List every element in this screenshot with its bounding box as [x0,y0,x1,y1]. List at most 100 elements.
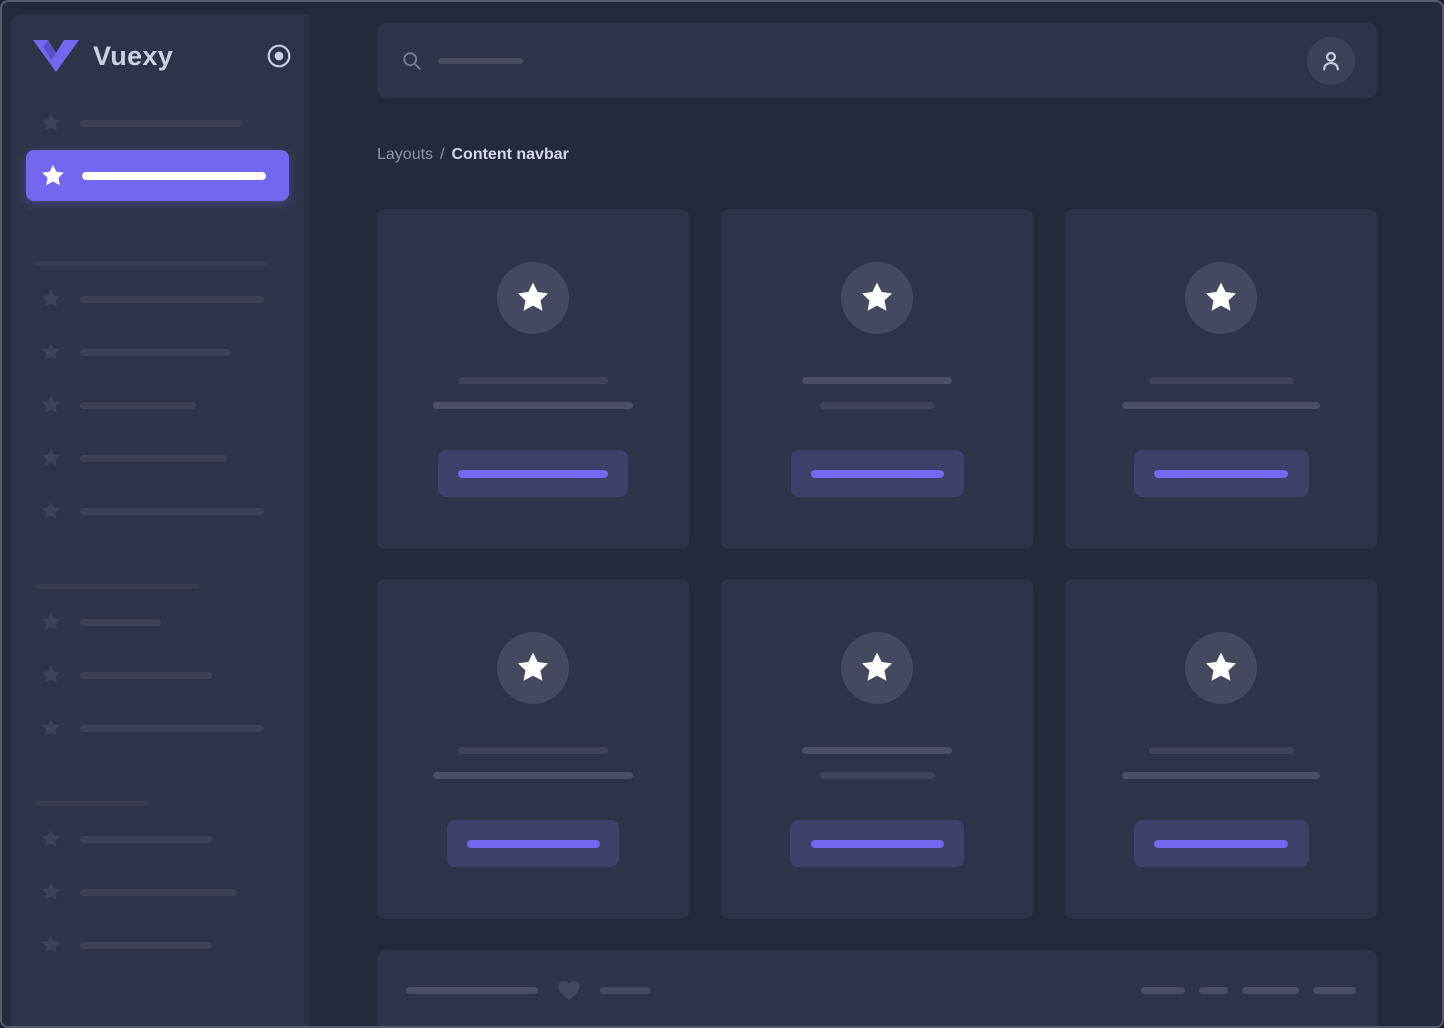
menu-label-placeholder [82,172,266,180]
sidebar-item[interactable] [10,609,312,635]
star-avatar [497,632,569,704]
card-subtitle-placeholder [820,402,935,409]
card-subtitle-placeholder [1122,772,1320,779]
navbar [377,23,1377,98]
footer-text-placeholder [406,987,538,994]
menu-section-header-placeholder [35,584,199,589]
star-icon [40,500,62,522]
search-icon [401,50,423,72]
breadcrumb-current: Content navbar [452,146,569,164]
card-subtitle-placeholder [433,772,633,779]
star-avatar [1185,632,1257,704]
card-title-placeholder [1149,377,1294,384]
menu-label-placeholder [80,296,264,303]
button-label-placeholder [467,840,600,848]
menu-section-header-placeholder [35,801,149,806]
card-button-placeholder[interactable] [447,820,619,867]
sidebar-item[interactable] [10,445,312,471]
footer [377,950,1377,1028]
menu-label-placeholder [80,120,242,127]
breadcrumb-parent[interactable]: Layouts [377,146,433,164]
card-subtitle-placeholder [433,402,633,409]
user-icon [1318,48,1344,74]
star-icon [40,112,62,134]
button-label-placeholder [458,470,608,478]
user-avatar[interactable] [1307,37,1355,85]
menu-label-placeholder [80,349,230,356]
star-avatar [841,632,913,704]
sidebar-item[interactable] [10,932,312,958]
card-button-placeholder[interactable] [791,450,964,497]
vuexy-logo-icon [31,38,81,74]
star-icon [40,447,62,469]
brand-title: Vuexy [93,41,173,72]
search-placeholder-bar [438,58,523,64]
card-subtitle-placeholder [820,772,935,779]
sidebar-item[interactable] [10,498,312,524]
footer-text-placeholder [600,987,650,994]
star-icon [40,881,62,903]
button-label-placeholder [811,840,944,848]
star-icon [40,341,62,363]
layout-card [721,209,1033,549]
card-grid [377,209,1377,919]
menu-label-placeholder [80,508,264,515]
menu-label-placeholder [80,672,212,679]
menu-label-placeholder [80,889,237,896]
app-screen: Vuexy [0,0,1444,1028]
star-icon [40,934,62,956]
record-circle-icon[interactable] [266,43,292,69]
footer-link-placeholder [1313,987,1356,994]
breadcrumb: Layouts / Content navbar [377,146,1377,164]
menu-section-header-placeholder [35,261,266,266]
sidebar-item[interactable] [10,339,312,365]
star-avatar [1185,262,1257,334]
card-title-placeholder [458,377,608,384]
star-icon [40,664,62,686]
card-button-placeholder[interactable] [790,820,964,867]
main-content: Layouts / Content navbar [312,2,1442,1026]
menu-label-placeholder [80,402,196,409]
button-label-placeholder [1154,470,1288,478]
sidebar-item[interactable] [10,715,312,741]
menu-label-placeholder [80,942,212,949]
button-label-placeholder [811,470,944,478]
card-button-placeholder[interactable] [438,450,628,497]
sidebar-item[interactable] [10,110,312,136]
layout-card [1065,209,1377,549]
menu-label-placeholder [80,836,212,843]
sidebar-item[interactable] [10,286,312,312]
sidebar-item-active[interactable] [26,150,289,201]
sidebar-item[interactable] [10,392,312,418]
sidebar-header: Vuexy [10,14,312,98]
breadcrumb-separator: / [440,146,444,164]
footer-link-placeholder [1141,987,1185,994]
footer-link-placeholder [1242,987,1299,994]
sidebar-item[interactable] [10,879,312,905]
star-icon [40,163,66,189]
sidebar-menu [10,110,312,958]
button-label-placeholder [1154,840,1288,848]
layout-card [377,579,689,919]
footer-link-placeholder [1199,987,1228,994]
menu-label-placeholder [80,725,263,732]
card-title-placeholder [1149,747,1294,754]
sidebar: Vuexy [10,14,312,1026]
star-avatar [841,262,913,334]
star-avatar [497,262,569,334]
star-icon [40,611,62,633]
card-title-placeholder [458,747,608,754]
sidebar-item[interactable] [10,662,312,688]
sidebar-item[interactable] [10,826,312,852]
card-button-placeholder[interactable] [1134,450,1309,497]
star-icon [40,394,62,416]
layout-card [721,579,1033,919]
star-icon [40,717,62,739]
layout-card [377,209,689,549]
search-input[interactable] [401,50,1307,72]
card-subtitle-placeholder [1122,402,1320,409]
star-icon [40,828,62,850]
star-icon [40,288,62,310]
menu-label-placeholder [80,619,161,626]
card-button-placeholder[interactable] [1134,820,1309,867]
